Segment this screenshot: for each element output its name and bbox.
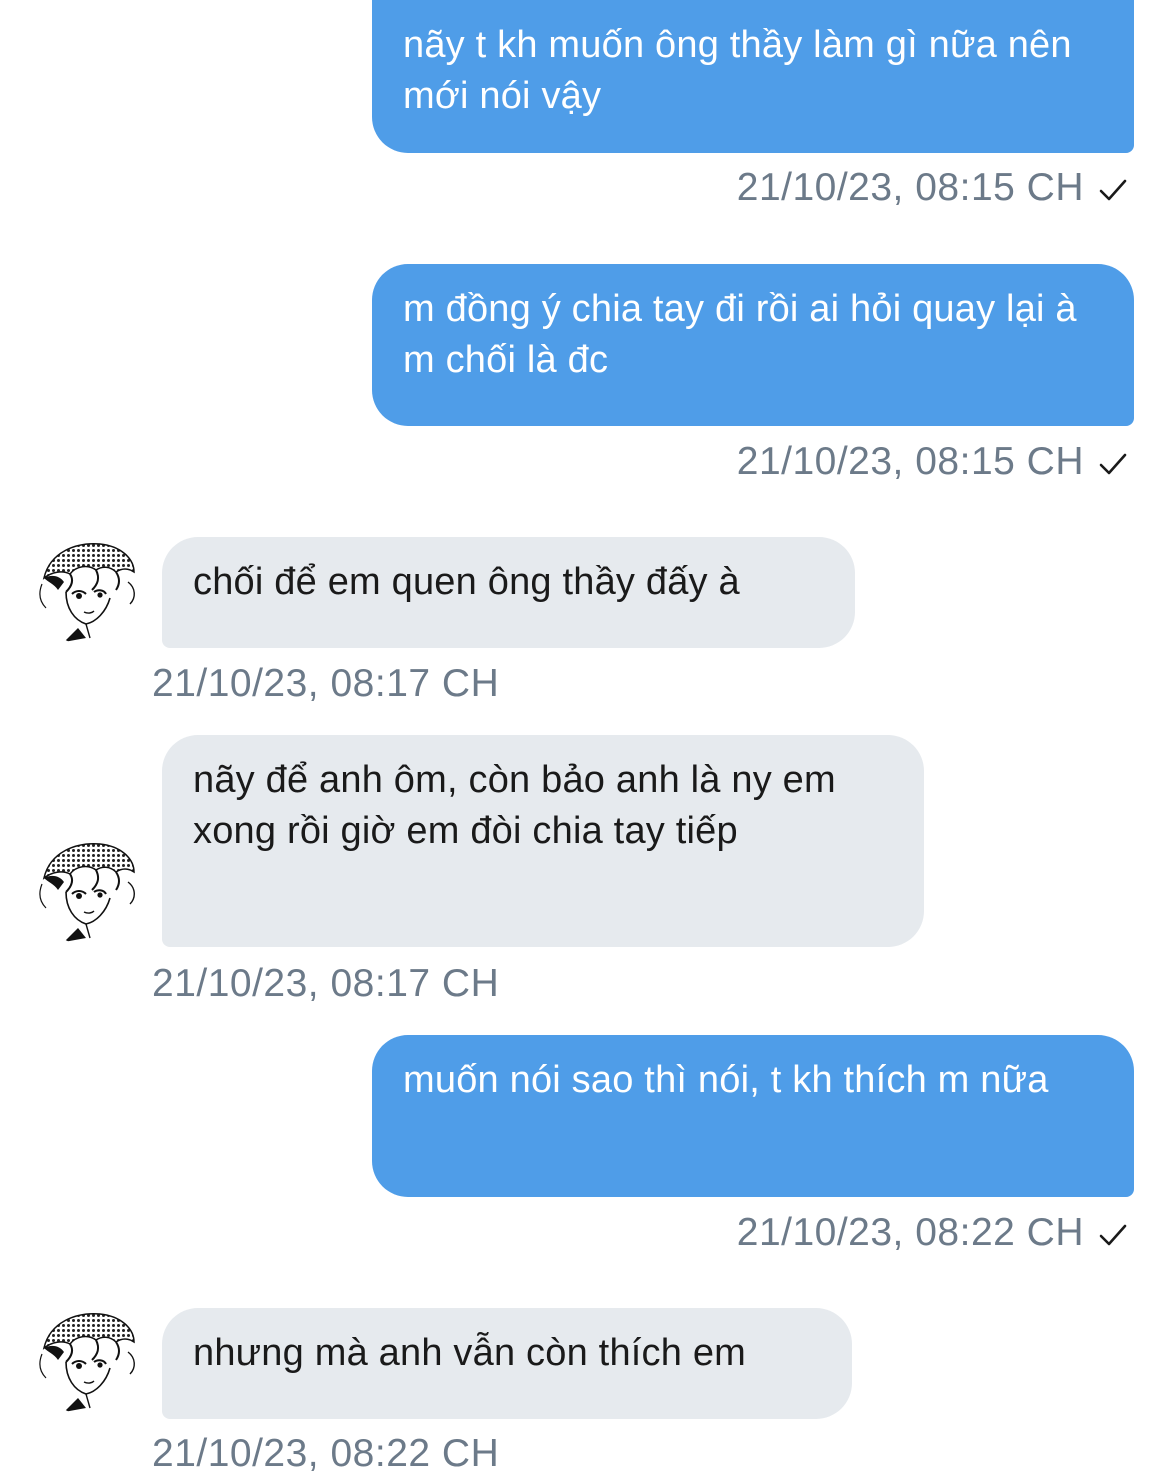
manga-avatar-icon[interactable] [36,538,144,646]
message-timestamp: 21/10/23, 08:15 CH [736,166,1084,209]
message-timestamp-row: 21/10/23, 08:15 CH [737,166,1128,210]
message-timestamp: 21/10/23, 08:17 CH [152,962,500,1005]
message-text: muốn nói sao thì nói, t kh thích m nữa [403,1059,1049,1101]
manga-avatar-icon[interactable] [36,838,144,946]
message-text: nãy để anh ôm, còn bảo anh là ny em xong… [193,759,836,852]
incoming-message-bubble[interactable]: nãy để anh ôm, còn bảo anh là ny em xong… [162,735,924,947]
message-timestamp: 21/10/23, 08:15 CH [736,440,1084,483]
outgoing-message-bubble[interactable]: m đồng ý chia tay đi rồi ai hỏi quay lại… [372,264,1134,426]
manga-avatar-icon[interactable] [36,1308,144,1416]
checkmark-icon [1098,178,1128,202]
checkmark-icon [1098,452,1128,476]
message-timestamp: 21/10/23, 08:22 CH [152,1432,500,1475]
message-text: m đồng ý chia tay đi rồi ai hỏi quay lại… [403,288,1077,381]
message-text: chối để em quen ông thầy đấy à [193,561,740,603]
message-timestamp: 21/10/23, 08:17 CH [152,662,500,705]
incoming-message-bubble[interactable]: nhưng mà anh vẫn còn thích em [162,1308,852,1419]
message-timestamp: 21/10/23, 08:22 CH [736,1211,1084,1254]
chat-thread[interactable]: nãy t kh muốn ông thầy làm gì nữa nên mớ… [0,0,1170,1479]
message-timestamp-row: 21/10/23, 08:22 CH [737,1211,1128,1255]
incoming-message-bubble[interactable]: chối để em quen ông thầy đấy à [162,537,855,648]
outgoing-message-bubble[interactable]: muốn nói sao thì nói, t kh thích m nữa [372,1035,1134,1197]
outgoing-message-bubble[interactable]: nãy t kh muốn ông thầy làm gì nữa nên mớ… [372,0,1134,153]
message-timestamp-row: 21/10/23, 08:15 CH [737,440,1128,484]
message-text: nãy t kh muốn ông thầy làm gì nữa nên mớ… [403,24,1072,117]
checkmark-icon [1098,1223,1128,1247]
message-text: nhưng mà anh vẫn còn thích em [193,1332,747,1374]
